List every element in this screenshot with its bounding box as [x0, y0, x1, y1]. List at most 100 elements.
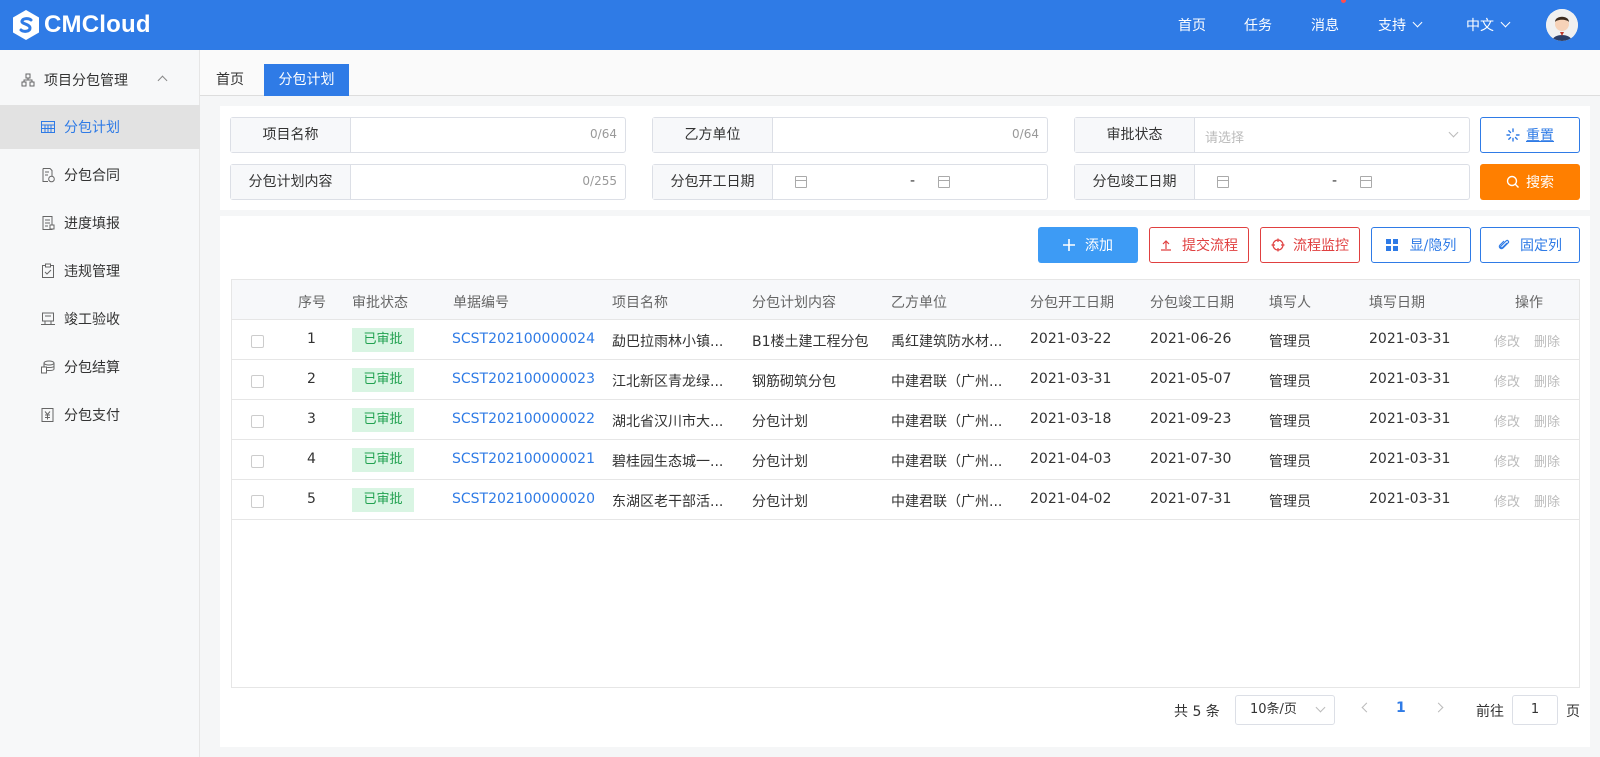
header-content: 分包计划内容	[752, 295, 836, 311]
table-row: 4 已审批 SCST202100000021 碧桂园生态城一... 分包计划 中…	[232, 440, 1579, 480]
row-checkbox[interactable]	[251, 335, 264, 348]
brand-name: CMCloud	[44, 11, 151, 38]
delete-link[interactable]: 删除	[1534, 371, 1560, 390]
cell-index: 1	[307, 331, 316, 347]
submit-flow-button[interactable]: 提交流程	[1149, 227, 1249, 263]
edit-link[interactable]: 修改	[1494, 491, 1520, 510]
row-checkbox[interactable]	[251, 415, 264, 428]
chevron-down-icon	[1315, 702, 1326, 713]
add-label: 添加	[1085, 238, 1113, 254]
page-unit: 页	[1566, 704, 1580, 720]
cell-content: 分包计划	[752, 494, 808, 510]
start-date-range[interactable]: -	[773, 165, 1047, 199]
org-chart-icon	[21, 73, 35, 87]
party-b-input[interactable]: 0/64	[773, 118, 1047, 152]
nav-language-label: 中文	[1466, 18, 1494, 34]
table-row: 3 已审批 SCST202100000022 湖北省汉川市大... 分包计划 中…	[232, 400, 1579, 440]
cell-code-link[interactable]: SCST202100000022	[452, 411, 595, 427]
data-table: 序号 审批状态 单据编号 项目名称 分包计划内容 乙方单位 分包开工日期 分包竣…	[231, 279, 1580, 688]
status-badge: 已审批	[352, 408, 414, 432]
sidebar-item-violation[interactable]: 违规管理	[0, 249, 200, 293]
range-separator: -	[1332, 173, 1338, 189]
delete-link[interactable]: 删除	[1534, 451, 1560, 470]
plan-content-input[interactable]: 0/255	[351, 165, 625, 199]
sidebar-item-acceptance[interactable]: 竣工验收	[0, 297, 200, 341]
delete-link[interactable]: 删除	[1534, 491, 1560, 510]
user-avatar[interactable]	[1546, 9, 1578, 41]
cell-start: 2021-04-02	[1030, 491, 1112, 507]
notification-dot	[1341, 0, 1346, 3]
filter-approval-status: 审批状态 请选择	[1074, 117, 1470, 153]
avatar-icon	[1546, 9, 1578, 41]
reset-button[interactable]: 重置	[1480, 117, 1580, 153]
table-header: 序号 审批状态 单据编号 项目名称 分包计划内容 乙方单位 分包开工日期 分包竣…	[232, 280, 1579, 320]
sidebar-item-progress[interactable]: 进度填报	[0, 201, 200, 245]
brand-logo[interactable]: CMCloud	[10, 8, 151, 42]
page-size-select[interactable]: 10条/页	[1235, 695, 1335, 725]
nav-home[interactable]: 首页	[1178, 0, 1206, 50]
char-count: 0/64	[1012, 127, 1039, 141]
edit-link[interactable]: 修改	[1494, 451, 1520, 470]
edit-link[interactable]: 修改	[1494, 411, 1520, 430]
current-page[interactable]: 1	[1396, 700, 1406, 730]
fix-columns-button[interactable]: 固定列	[1480, 227, 1580, 263]
sidebar-item-settlement[interactable]: 分包结算	[0, 345, 200, 389]
cell-index: 3	[307, 411, 316, 427]
header-start: 分包开工日期	[1030, 295, 1114, 311]
search-label: 搜索	[1526, 175, 1554, 191]
nav-messages-label: 消息	[1311, 18, 1339, 34]
cell-code-link[interactable]: SCST202100000020	[452, 491, 595, 507]
row-checkbox[interactable]	[251, 455, 264, 468]
edit-link[interactable]: 修改	[1494, 331, 1520, 350]
row-checkbox[interactable]	[251, 375, 264, 388]
delete-link[interactable]: 删除	[1534, 331, 1560, 350]
monitor-flow-button[interactable]: 流程监控	[1260, 227, 1360, 263]
cell-code-link[interactable]: SCST202100000021	[452, 451, 595, 467]
tab-home[interactable]: 首页	[200, 64, 260, 96]
add-button[interactable]: 添加	[1038, 227, 1138, 263]
filter-plan-content: 分包计划内容 0/255	[230, 164, 626, 200]
monitor-flow-label: 流程监控	[1293, 238, 1349, 254]
calendar-icon	[938, 176, 950, 188]
end-date-range[interactable]: -	[1195, 165, 1469, 199]
nav-language[interactable]: 中文	[1466, 0, 1511, 50]
paperclip-icon	[1498, 238, 1510, 252]
approval-status-select[interactable]: 请选择	[1195, 118, 1469, 152]
cell-project: 东湖区老干部活...	[612, 494, 724, 510]
nav-tasks[interactable]: 任务	[1244, 0, 1272, 50]
cell-party: 中建君联（广州...	[891, 454, 1003, 470]
sidebar: 项目分包管理 分包计划 分包合同 进度填报 违规管理 竣工验收 分包结算 分包支…	[0, 50, 200, 757]
sidebar-item-payment[interactable]: 分包支付	[0, 393, 200, 437]
sidebar-group-subcontract[interactable]: 项目分包管理	[0, 65, 200, 95]
cell-index: 4	[307, 451, 316, 467]
cell-code-link[interactable]: SCST202100000023	[452, 371, 595, 387]
nav-messages[interactable]: 消息	[1311, 0, 1346, 50]
crosshair-icon	[1271, 238, 1285, 252]
range-separator: -	[910, 173, 916, 189]
project-name-input[interactable]: 0/64	[351, 118, 625, 152]
delete-link[interactable]: 删除	[1534, 411, 1560, 430]
filter-label: 分包计划内容	[231, 165, 351, 199]
cell-code-link[interactable]: SCST202100000024	[452, 331, 595, 347]
cell-project: 湖北省汉川市大...	[612, 414, 724, 430]
cell-start: 2021-04-03	[1030, 451, 1112, 467]
chevron-down-icon	[1448, 127, 1459, 138]
sidebar-item-contract[interactable]: 分包合同	[0, 153, 200, 197]
goto-page-input[interactable]: 1	[1512, 695, 1558, 725]
cell-filler: 管理员	[1269, 374, 1311, 390]
cell-date: 2021-03-31	[1369, 451, 1451, 467]
loading-spinner-icon	[1506, 128, 1520, 142]
row-checkbox[interactable]	[251, 495, 264, 508]
upload-icon	[1160, 239, 1172, 251]
search-button[interactable]: 搜索	[1480, 164, 1580, 200]
edit-link[interactable]: 修改	[1494, 371, 1520, 390]
cell-filler: 管理员	[1269, 414, 1311, 430]
cell-start: 2021-03-18	[1030, 411, 1112, 427]
toggle-columns-button[interactable]: 显/隐列	[1371, 227, 1471, 263]
cell-party: 中建君联（广州...	[891, 374, 1003, 390]
tab-subcontract-plan[interactable]: 分包计划	[264, 64, 349, 96]
cell-content: B1楼土建工程分包	[752, 334, 869, 350]
nav-support[interactable]: 支持	[1378, 0, 1423, 50]
sidebar-item-plan[interactable]: 分包计划	[0, 105, 200, 149]
table-row: 2 已审批 SCST202100000023 江北新区青龙绿... 钢筋砌筑分包…	[232, 360, 1579, 400]
